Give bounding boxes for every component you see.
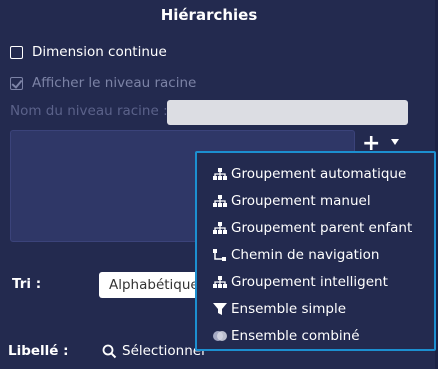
- menu-item-label: Ensemble combiné: [231, 327, 360, 344]
- menu-item-label: Ensemble simple: [231, 300, 347, 317]
- menu-item-chemin-de-navigation[interactable]: Chemin de navigation: [197, 241, 434, 268]
- select-label-text: Sélectionner: [122, 343, 207, 359]
- menu-item-label: Groupement automatique: [231, 165, 407, 182]
- sort-select[interactable]: Alphabétique: [99, 272, 209, 298]
- menu-item-label: Groupement intelligent: [231, 273, 388, 290]
- menu-item-label: Chemin de navigation: [231, 246, 380, 263]
- add-hierarchy-menu: Groupement automatique Groupement manuel…: [195, 151, 436, 351]
- add-menu-caret-icon[interactable]: [391, 139, 399, 145]
- combined-set-icon: [213, 330, 227, 341]
- menu-item-groupement-automatique[interactable]: Groupement automatique: [197, 160, 434, 187]
- label-field-label: Libellé :: [8, 343, 69, 359]
- menu-item-groupement-intelligent[interactable]: Groupement intelligent: [197, 268, 434, 295]
- hierarchy-icon: [213, 275, 227, 288]
- continuous-dimension-checkbox[interactable]: [10, 45, 23, 59]
- show-root-level-label: Afficher le niveau racine: [32, 75, 197, 91]
- root-level-name-label: Nom du niveau racine :: [10, 103, 168, 119]
- navigation-path-icon: [213, 248, 226, 261]
- show-root-level-checkbox[interactable]: [10, 76, 23, 90]
- continuous-dimension-option[interactable]: Dimension continue: [10, 44, 167, 60]
- menu-item-groupement-parent-enfant[interactable]: Groupement parent enfant: [197, 214, 434, 241]
- show-root-level-option[interactable]: Afficher le niveau racine: [10, 75, 196, 91]
- search-icon: [102, 344, 117, 358]
- menu-item-groupement-manuel[interactable]: Groupement manuel: [197, 187, 434, 214]
- menu-item-label: Groupement manuel: [231, 192, 371, 209]
- panel-title: Hiérarchies: [160, 6, 258, 24]
- menu-item-label: Groupement parent enfant: [231, 219, 413, 236]
- continuous-dimension-label: Dimension continue: [32, 44, 167, 60]
- hierarchy-icon: [213, 221, 227, 234]
- sort-label: Tri :: [12, 276, 42, 292]
- funnel-set-icon: [213, 302, 227, 315]
- select-label-button[interactable]: Sélectionner: [102, 343, 207, 359]
- root-level-name-input[interactable]: [167, 100, 408, 125]
- hierarchy-icon: [213, 194, 227, 207]
- menu-item-ensemble-combine[interactable]: Ensemble combiné: [197, 322, 434, 349]
- menu-item-ensemble-simple[interactable]: Ensemble simple: [197, 295, 434, 322]
- hierarchy-icon: [213, 167, 227, 180]
